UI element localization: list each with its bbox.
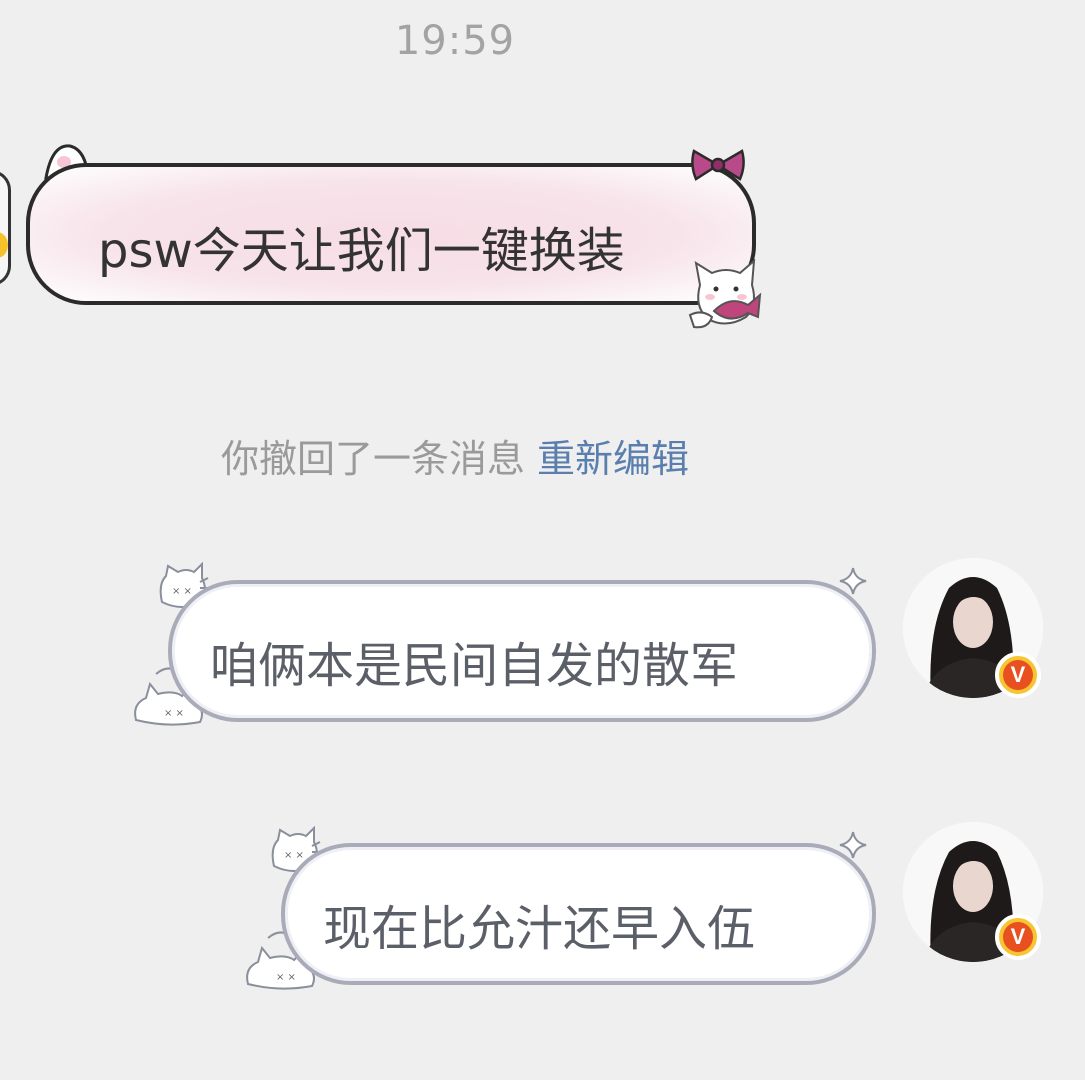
incoming-message-bubble[interactable]: psw今天让我们一键换装 xyxy=(26,163,756,305)
outgoing-message-bubble[interactable]: 咱俩本是民间自发的散军 xyxy=(168,580,876,722)
cat-holding-fish-sticker-icon xyxy=(688,258,762,329)
verified-badge-letter: V xyxy=(1003,660,1033,690)
verified-badge-icon: V xyxy=(995,652,1041,698)
outgoing-message-text: 咱俩本是民间自发的散军 xyxy=(210,638,739,694)
recall-notice-text: 你撤回了一条消息 xyxy=(220,437,525,481)
re-edit-link[interactable]: 重新编辑 xyxy=(537,437,689,481)
sparkle-icon xyxy=(839,567,867,595)
svg-text:× ×: × × xyxy=(172,586,192,597)
sparkle-icon xyxy=(839,831,867,859)
outgoing-message-bubble[interactable]: 现在比允汁还早入伍 xyxy=(281,843,876,985)
outgoing-message-text: 现在比允汁还早入伍 xyxy=(323,901,756,957)
incoming-message-text: psw今天让我们一键换装 xyxy=(98,223,625,279)
recall-notice: 你撤回了一条消息 重新编辑 xyxy=(0,428,910,483)
verified-badge-letter: V xyxy=(1003,922,1033,952)
svg-text:× ×: × × xyxy=(164,708,184,719)
timestamp: 19:59 xyxy=(394,18,516,64)
bow-decoration-icon xyxy=(691,149,745,181)
svg-text:× ×: × × xyxy=(284,850,304,861)
verified-badge-icon: V xyxy=(995,914,1041,960)
sender-avatar-partial[interactable] xyxy=(0,170,11,286)
svg-text:× ×: × × xyxy=(276,972,296,983)
